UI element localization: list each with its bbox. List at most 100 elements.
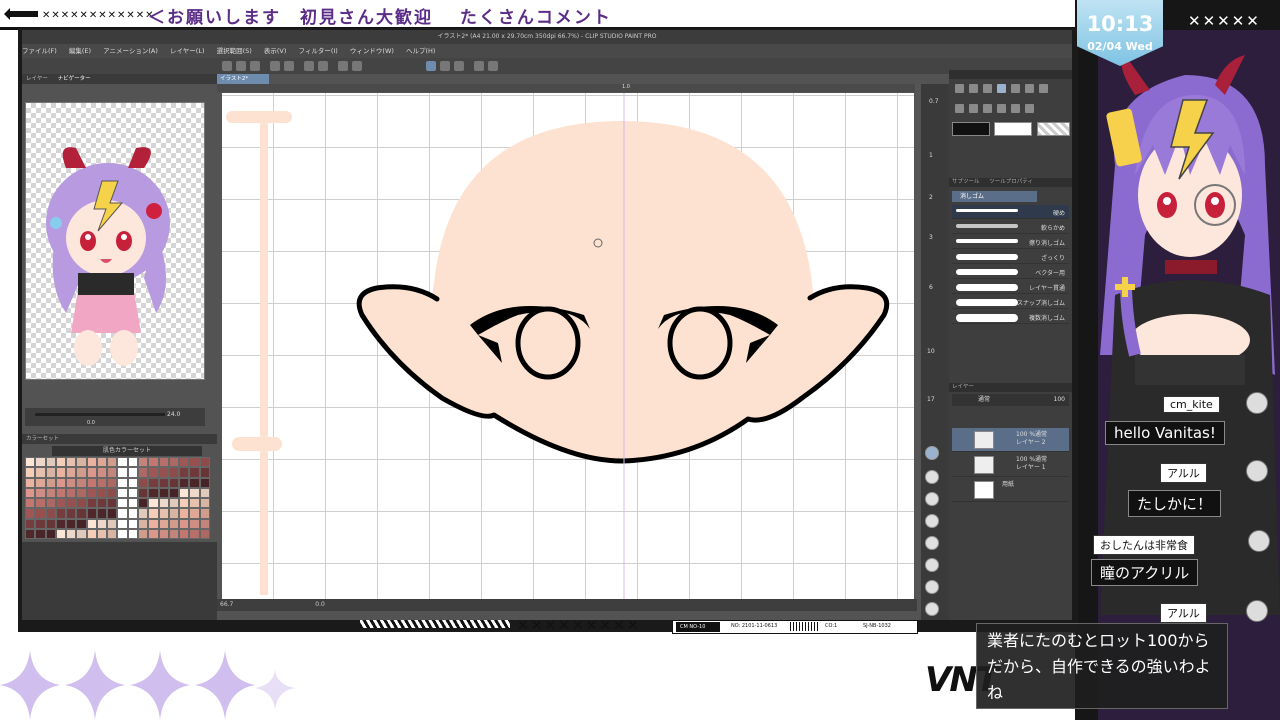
color-swatch[interactable]	[96, 498, 108, 509]
info-icon[interactable]	[488, 61, 498, 71]
color-swatch[interactable]	[158, 518, 169, 529]
color-swatch[interactable]	[179, 508, 190, 519]
color-swatch[interactable]	[179, 528, 190, 539]
color-swatch[interactable]	[66, 518, 77, 529]
menu-edit[interactable]: 編集(E)	[69, 47, 91, 55]
color-swatch[interactable]	[55, 477, 67, 488]
color-swatch[interactable]	[45, 477, 56, 488]
color-swatch[interactable]	[76, 467, 87, 478]
redo-icon[interactable]	[284, 61, 294, 71]
color-swatch[interactable]	[96, 467, 108, 478]
color-swatch[interactable]	[199, 467, 210, 478]
color-swatch[interactable]	[35, 508, 46, 519]
color-swatch[interactable]	[107, 498, 118, 509]
color-swatch[interactable]	[66, 528, 77, 539]
color-swatch[interactable]	[148, 508, 159, 519]
color-swatch[interactable]	[25, 467, 36, 478]
color-swatch[interactable]	[55, 508, 67, 519]
color-swatch[interactable]	[35, 477, 46, 488]
color-swatch-grid[interactable]	[25, 457, 210, 539]
color-swatch[interactable]	[86, 498, 97, 509]
color-swatch[interactable]	[189, 528, 200, 539]
menu-window[interactable]: ウィンドウ(W)	[350, 47, 394, 55]
color-swatch[interactable]	[86, 508, 97, 519]
new-file-icon[interactable]	[222, 61, 232, 71]
menu-help[interactable]: ヘルプ(H)	[406, 47, 435, 55]
pencil-tool-icon[interactable]	[969, 84, 978, 93]
color-swatch[interactable]	[25, 508, 36, 519]
color-swatch[interactable]	[86, 528, 97, 539]
color-swatch[interactable]	[138, 457, 149, 468]
color-swatch[interactable]	[96, 528, 108, 539]
color-swatch[interactable]	[189, 467, 200, 478]
color-swatch[interactable]	[45, 518, 56, 529]
color-swatch[interactable]	[96, 477, 108, 488]
color-swatch[interactable]	[148, 498, 159, 509]
transform-icon[interactable]	[318, 61, 328, 71]
color-swatch[interactable]	[76, 487, 87, 498]
color-swatch[interactable]	[45, 508, 56, 519]
color-swatch[interactable]	[35, 498, 46, 509]
menu-layer[interactable]: レイヤー(L)	[170, 47, 205, 55]
color-swatch[interactable]	[117, 467, 128, 478]
drawing-canvas[interactable]	[222, 93, 914, 599]
gradient-tool-icon[interactable]	[1025, 84, 1034, 93]
color-swatch[interactable]	[199, 508, 210, 519]
color-swatch[interactable]	[179, 498, 190, 509]
color-swatch[interactable]	[189, 518, 200, 529]
color-swatch[interactable]	[107, 487, 118, 498]
color-swatch[interactable]	[199, 457, 210, 468]
eraser-tool-icon[interactable]	[997, 84, 1006, 93]
color-swatch[interactable]	[127, 457, 139, 468]
color-swatch[interactable]	[76, 457, 87, 468]
menu-file[interactable]: ファイル(F)	[22, 47, 57, 55]
color-swatch[interactable]	[55, 528, 67, 539]
color-swatch[interactable]	[55, 457, 67, 468]
brush-size-dot-selected[interactable]	[925, 446, 939, 460]
color-swatch[interactable]	[158, 477, 169, 488]
layer-row[interactable]: 用紙	[952, 478, 1069, 502]
color-swatch[interactable]	[45, 457, 56, 468]
color-swatch[interactable]	[76, 498, 87, 509]
color-swatch[interactable]	[127, 508, 139, 519]
color-swatch[interactable]	[107, 508, 118, 519]
lasso-tool-icon[interactable]	[955, 104, 964, 113]
color-swatch[interactable]	[25, 498, 36, 509]
ruler-snap-icon[interactable]	[440, 61, 450, 71]
color-swatch[interactable]	[148, 487, 159, 498]
brush-item[interactable]: ベクター用	[952, 265, 1069, 279]
color-swatch[interactable]	[35, 487, 46, 498]
tab-color-set[interactable]: カラーセット	[26, 436, 59, 442]
color-swatch[interactable]	[168, 477, 180, 488]
color-swatch[interactable]	[55, 498, 67, 509]
color-swatch[interactable]	[179, 467, 190, 478]
color-swatch[interactable]	[96, 508, 108, 519]
settings-icon[interactable]	[474, 61, 484, 71]
color-swatch[interactable]	[138, 528, 149, 539]
color-swatch[interactable]	[127, 467, 139, 478]
color-swatch[interactable]	[138, 498, 149, 509]
color-swatch[interactable]	[199, 498, 210, 509]
color-swatch[interactable]	[148, 528, 159, 539]
color-swatch[interactable]	[189, 508, 200, 519]
color-swatch[interactable]	[168, 487, 180, 498]
color-swatch[interactable]	[127, 477, 139, 488]
brush-size-dot[interactable]	[925, 514, 939, 528]
color-swatch[interactable]	[66, 508, 77, 519]
brush-item[interactable]: スナップ消しゴム	[952, 295, 1069, 309]
color-swatch[interactable]	[189, 477, 200, 488]
color-swatch[interactable]	[158, 508, 169, 519]
ruler-tool-icon[interactable]	[1011, 104, 1020, 113]
tab-navigator[interactable]: ナビゲーター	[58, 76, 91, 82]
fill-tool-icon[interactable]	[1011, 84, 1020, 93]
brush-size-dot[interactable]	[925, 536, 939, 550]
brush-size-dot[interactable]	[925, 492, 939, 506]
brush-tool-icon[interactable]	[983, 84, 992, 93]
color-swatch[interactable]	[189, 457, 200, 468]
fill-icon[interactable]	[338, 61, 348, 71]
color-swatch[interactable]	[35, 518, 46, 529]
color-swatch[interactable]	[96, 518, 108, 529]
layer-row[interactable]: 100 %通常 レイヤー 1	[952, 453, 1069, 477]
brush-item[interactable]: ざっくり	[952, 250, 1069, 264]
color-swatch[interactable]	[148, 477, 159, 488]
